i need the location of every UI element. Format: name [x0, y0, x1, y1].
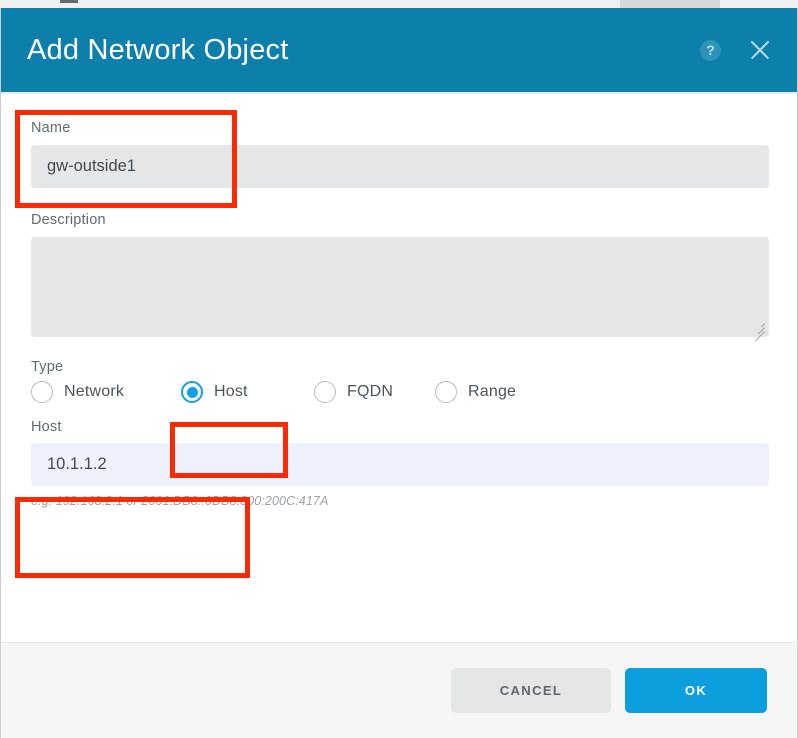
add-network-object-dialog: Add Network Object ? Name Description	[0, 8, 798, 738]
dialog-footer: CANCEL OK	[1, 642, 797, 738]
radio-circle-icon	[314, 381, 336, 403]
radio-circle-selected-icon	[181, 381, 203, 403]
close-icon[interactable]	[747, 37, 773, 63]
radio-option-host[interactable]: Host	[181, 381, 314, 403]
radio-label-network: Network	[64, 383, 125, 400]
host-label: Host	[31, 419, 62, 435]
description-label: Description	[31, 212, 106, 228]
name-input[interactable]	[31, 145, 769, 188]
type-radio-group: Network Host FQDN Range	[31, 381, 767, 403]
radio-label-fqdn: FQDN	[347, 383, 394, 400]
dialog-header: Add Network Object ?	[1, 8, 797, 92]
radio-circle-icon	[31, 381, 53, 403]
name-label: Name	[31, 120, 71, 136]
type-field-group: Type Network Host FQDN Range	[31, 359, 767, 403]
type-label: Type	[31, 359, 64, 375]
help-circle-icon[interactable]: ?	[700, 39, 721, 61]
header-actions: ?	[700, 37, 773, 63]
host-field-group: Host e.g. 192.168.2.1 or 2001:DB8::0DB8:…	[31, 419, 769, 508]
background-page-strip	[0, 0, 798, 8]
description-textarea[interactable]	[31, 237, 769, 337]
ok-button[interactable]: OK	[625, 668, 767, 713]
radio-option-network[interactable]: Network	[31, 381, 181, 403]
background-tab	[620, 0, 720, 8]
cancel-button[interactable]: CANCEL	[451, 668, 611, 713]
host-hint-text: e.g. 192.168.2.1 or 2001:DB8::0DB8:800:2…	[31, 494, 329, 508]
radio-option-fqdn[interactable]: FQDN	[314, 381, 435, 403]
dialog-body: Name Description Type Network	[1, 94, 797, 642]
description-field-group: Description	[31, 212, 769, 342]
description-textarea-wrap	[31, 237, 769, 342]
page-title: Add Network Object	[27, 33, 289, 66]
name-field-group: Name	[31, 120, 769, 188]
radio-circle-icon	[435, 381, 457, 403]
radio-label-range: Range	[468, 383, 517, 400]
host-input[interactable]	[31, 443, 769, 486]
radio-option-range[interactable]: Range	[435, 381, 516, 403]
background-element	[60, 0, 78, 3]
radio-label-host: Host	[214, 383, 248, 400]
